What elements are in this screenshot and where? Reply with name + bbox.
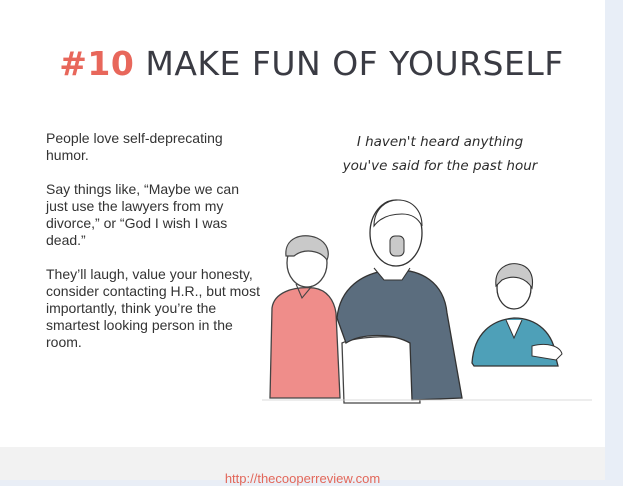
paragraph-3: They’ll laugh, value your honesty, consi…	[46, 266, 260, 350]
paragraph-2: Say things like, “Maybe we can just use …	[46, 181, 239, 248]
meeting-illustration	[262, 199, 592, 404]
paragraph-1: People love self-deprecating humor.	[46, 130, 223, 163]
source-link[interactable]: http://thecooperreview.com	[0, 471, 605, 486]
footer-bar: http://thecooperreview.com	[0, 447, 605, 486]
chair	[341, 336, 421, 404]
title-number: #10	[59, 44, 135, 83]
slide-title: #10 MAKE FUN OF YOURSELF	[0, 44, 623, 83]
body-text: People love self-deprecating humor. Say …	[46, 130, 261, 368]
page-margin	[605, 0, 623, 480]
title-text: MAKE FUN OF YOURSELF	[145, 44, 564, 83]
left-man-figure	[269, 235, 341, 399]
slide-card: #10 MAKE FUN OF YOURSELF People love sel…	[0, 0, 605, 447]
right-woman-figure	[471, 263, 563, 367]
